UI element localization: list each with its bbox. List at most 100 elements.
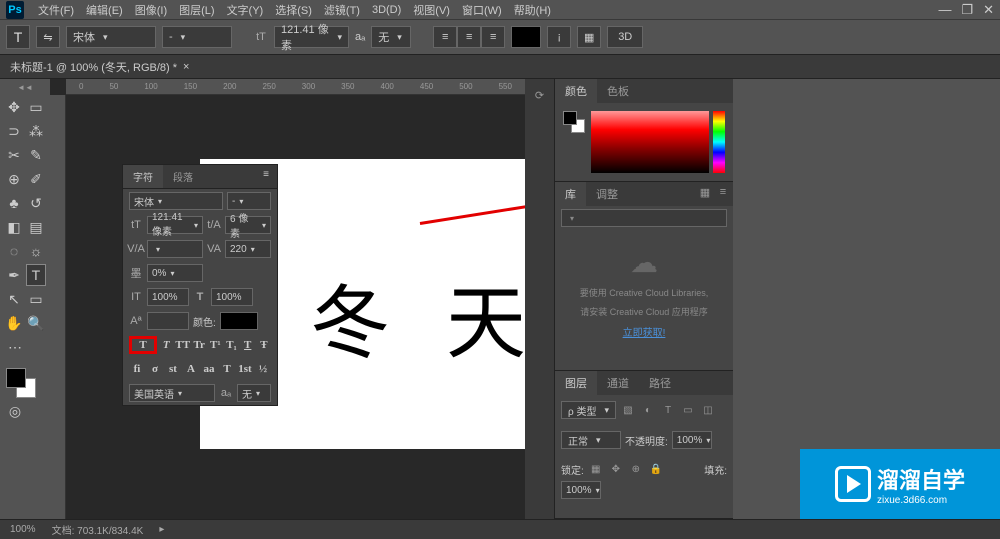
paths-tab[interactable]: 路径 (639, 371, 681, 395)
contextual-alt-button[interactable]: σ (147, 360, 163, 378)
swash-button[interactable]: A (183, 360, 199, 378)
paragraph-tab[interactable]: 段落 (163, 165, 203, 188)
titling-alt-button[interactable]: T (219, 360, 235, 378)
heal-tool[interactable]: ⊕ (4, 168, 24, 190)
menu-window[interactable]: 窗口(W) (456, 2, 508, 18)
statusbar-expand-icon[interactable]: ▸ (159, 524, 164, 535)
hand-tool[interactable]: ✋ (4, 312, 24, 334)
align-right-button[interactable]: ≡ (481, 26, 505, 48)
tool-indicator[interactable]: T (6, 25, 30, 49)
lock-artboard-icon[interactable]: ⊕ (628, 461, 644, 477)
fg-color-swatch[interactable] (6, 368, 26, 388)
color-tab[interactable]: 颜色 (555, 79, 597, 103)
filter-smartobj-icon[interactable]: ◫ (700, 402, 716, 418)
color-gradient-picker[interactable] (591, 111, 709, 173)
aa-method-dropdown[interactable]: 无 (371, 26, 411, 48)
char-kerning-input[interactable] (147, 240, 203, 258)
filter-type-icon[interactable]: T (660, 402, 676, 418)
char-aa-dropdown[interactable]: 无 (237, 384, 271, 402)
font-size-dropdown[interactable]: 121.41 像素 (274, 26, 349, 48)
eyedropper-tool[interactable]: ✎ (26, 144, 46, 166)
faux-italic-button[interactable]: T (159, 336, 173, 354)
path-select-tool[interactable]: ↖ (4, 288, 24, 310)
zoom-level[interactable]: 100% (10, 524, 36, 535)
view-mode-button[interactable]: ⋯ (4, 336, 26, 358)
lasso-tool[interactable]: ⊃ (4, 120, 24, 142)
eraser-tool[interactable]: ◧ (4, 216, 24, 238)
char-scale-input[interactable]: 0% (147, 264, 203, 282)
char-font-style-dropdown[interactable]: - (227, 192, 271, 210)
menu-select[interactable]: 选择(S) (269, 2, 318, 18)
char-vscale-input[interactable]: 100% (147, 288, 189, 306)
hue-slider[interactable] (713, 111, 725, 173)
blur-tool[interactable]: ◌ (4, 240, 24, 262)
crop-tool[interactable]: ✂ (4, 144, 24, 166)
move-tool[interactable]: ✥ (4, 96, 24, 118)
layer-filter-dropdown[interactable]: ρ 类型 (561, 401, 616, 419)
menu-image[interactable]: 图像(I) (129, 2, 173, 18)
char-font-family-dropdown[interactable]: 宋体 (129, 192, 223, 210)
stylistic-alt-button[interactable]: aa (201, 360, 217, 378)
menu-3d[interactable]: 3D(D) (366, 4, 407, 16)
color-mini-swatch[interactable] (563, 111, 587, 139)
3d-button[interactable]: 3D (607, 26, 643, 48)
swatches-tab[interactable]: 色板 (597, 79, 639, 103)
close-icon[interactable]: ✕ (983, 2, 994, 18)
fractions-button[interactable]: ½ (255, 360, 271, 378)
menu-layer[interactable]: 图层(L) (173, 2, 220, 18)
opacity-input[interactable]: 100% (672, 431, 712, 449)
layers-tab[interactable]: 图层 (555, 371, 597, 395)
history-brush-tool[interactable]: ↺ (26, 192, 46, 214)
library-dropdown[interactable] (561, 209, 727, 227)
panels-toggle-button[interactable]: ▦ (577, 26, 601, 48)
panel-collapse-icon[interactable]: ◄◄ (17, 83, 33, 92)
menu-type[interactable]: 文字(Y) (221, 2, 270, 18)
ligature-button[interactable]: fi (129, 360, 145, 378)
gradient-tool[interactable]: ▤ (26, 216, 46, 238)
pen-tool[interactable]: ✒ (4, 264, 24, 286)
align-left-button[interactable]: ≡ (433, 26, 457, 48)
canvas-text-layer[interactable]: 冬 天 (310, 259, 525, 375)
fill-input[interactable]: 100% (561, 481, 601, 499)
cc-download-link[interactable]: 立即获取! (563, 324, 725, 339)
menu-view[interactable]: 视图(V) (407, 2, 456, 18)
filter-pixel-icon[interactable]: ▧ (620, 402, 636, 418)
smallcaps-button[interactable]: Tr (192, 336, 206, 354)
filter-shape-icon[interactable]: ▭ (680, 402, 696, 418)
dodge-tool[interactable]: ☼ (26, 240, 46, 262)
font-style-dropdown[interactable]: - (162, 26, 232, 48)
libraries-tab[interactable]: 库 (555, 182, 586, 206)
ordinals-button[interactable]: 1st (237, 360, 253, 378)
zoom-tool[interactable]: 🔍 (26, 312, 46, 334)
lock-pixels-icon[interactable]: ▦ (588, 461, 604, 477)
char-tracking-input[interactable]: 220 (225, 240, 271, 258)
text-orientation-button[interactable]: ⇋ (36, 26, 60, 48)
adjustments-tab[interactable]: 调整 (586, 182, 628, 206)
font-family-dropdown[interactable]: 宋体 (66, 26, 156, 48)
document-tab[interactable]: 未标题-1 @ 100% (冬天, RGB/8) * × (0, 59, 199, 75)
shape-tool[interactable]: ▭ (26, 288, 46, 310)
char-color-swatch[interactable] (220, 312, 258, 330)
wand-tool[interactable]: ⁂ (26, 120, 46, 142)
menu-help[interactable]: 帮助(H) (508, 2, 557, 18)
strikethrough-button[interactable]: Ŧ (257, 336, 271, 354)
text-color-swatch[interactable] (511, 26, 541, 48)
minimize-icon[interactable]: — (938, 2, 951, 18)
subscript-button[interactable]: T₁ (224, 336, 238, 354)
allcaps-button[interactable]: TT (175, 336, 190, 354)
channels-tab[interactable]: 通道 (597, 371, 639, 395)
char-size-input[interactable]: 121.41 像素 (147, 216, 203, 234)
quick-mask-button[interactable]: ◎ (4, 400, 26, 422)
history-panel-icon[interactable]: ⟳ (532, 87, 548, 103)
document-tab-close-icon[interactable]: × (183, 61, 189, 73)
document-info[interactable]: 文档: 703.1K/834.4K (52, 522, 144, 537)
lock-position-icon[interactable]: ✥ (608, 461, 624, 477)
filter-adjustment-icon[interactable]: ◐ (640, 402, 656, 418)
align-center-button[interactable]: ≡ (457, 26, 481, 48)
menu-filter[interactable]: 滤镜(T) (318, 2, 366, 18)
char-language-dropdown[interactable]: 美国英语 (129, 384, 215, 402)
warp-text-button[interactable]: ¡ (547, 26, 571, 48)
char-baseline-input[interactable] (147, 312, 189, 330)
panel-menu-icon[interactable]: ≡ (255, 165, 277, 188)
superscript-button[interactable]: T¹ (208, 336, 222, 354)
